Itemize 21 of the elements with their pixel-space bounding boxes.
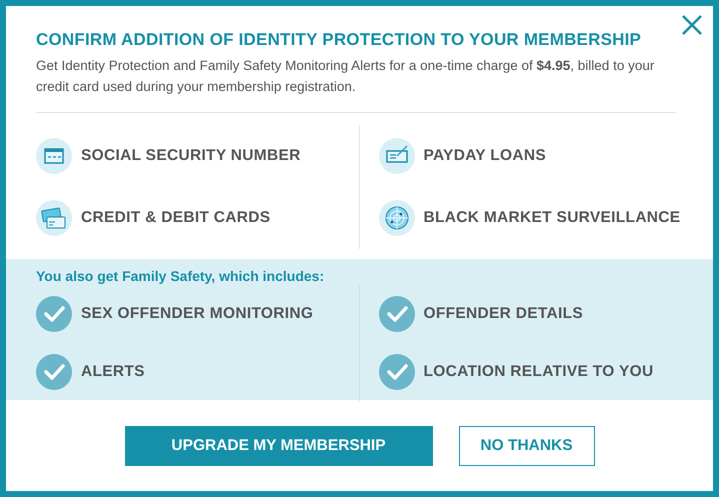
included-feature-label: OFFENDER DETAILS <box>424 304 584 324</box>
checkmark-icon <box>36 296 72 332</box>
radar-icon <box>378 200 414 236</box>
feature-label: SOCIAL SECURITY NUMBER <box>81 146 301 166</box>
no-thanks-button[interactable]: NO THANKS <box>458 426 594 466</box>
feature-label: CREDIT & DEBIT CARDS <box>81 208 270 228</box>
upgrade-button[interactable]: UPGRADE MY MEMBERSHIP <box>124 426 432 466</box>
included-feature-label: SEX OFFENDER MONITORING <box>81 304 314 324</box>
family-safety-heading: You also get Family Safety, which includes: <box>36 267 326 285</box>
checkmark-icon <box>378 296 414 332</box>
checkmark-icon <box>378 354 414 390</box>
feature-label: PAYDAY LOANS <box>424 146 546 166</box>
check-icon <box>378 138 414 174</box>
feature-label: BLACK MARKET SURVEILLANCE <box>424 208 680 228</box>
included-feature-label: LOCATION RELATIVE TO YOU <box>424 362 654 382</box>
id-card-icon <box>36 138 72 174</box>
checkmark-icon <box>36 354 72 390</box>
dialog-title: CONFIRM ADDITION OF IDENTITY PROTECTION TO YOUR MEMBERSHIP <box>36 30 642 50</box>
included-feature-label: ALERTS <box>81 362 145 382</box>
dialog-description: Get Identity Protection and Family Safety Monitoring Alerts for a one-time charge of $4.95, billed to your credit card used during your membership registration. <box>36 57 656 96</box>
cards-icon <box>36 200 72 236</box>
